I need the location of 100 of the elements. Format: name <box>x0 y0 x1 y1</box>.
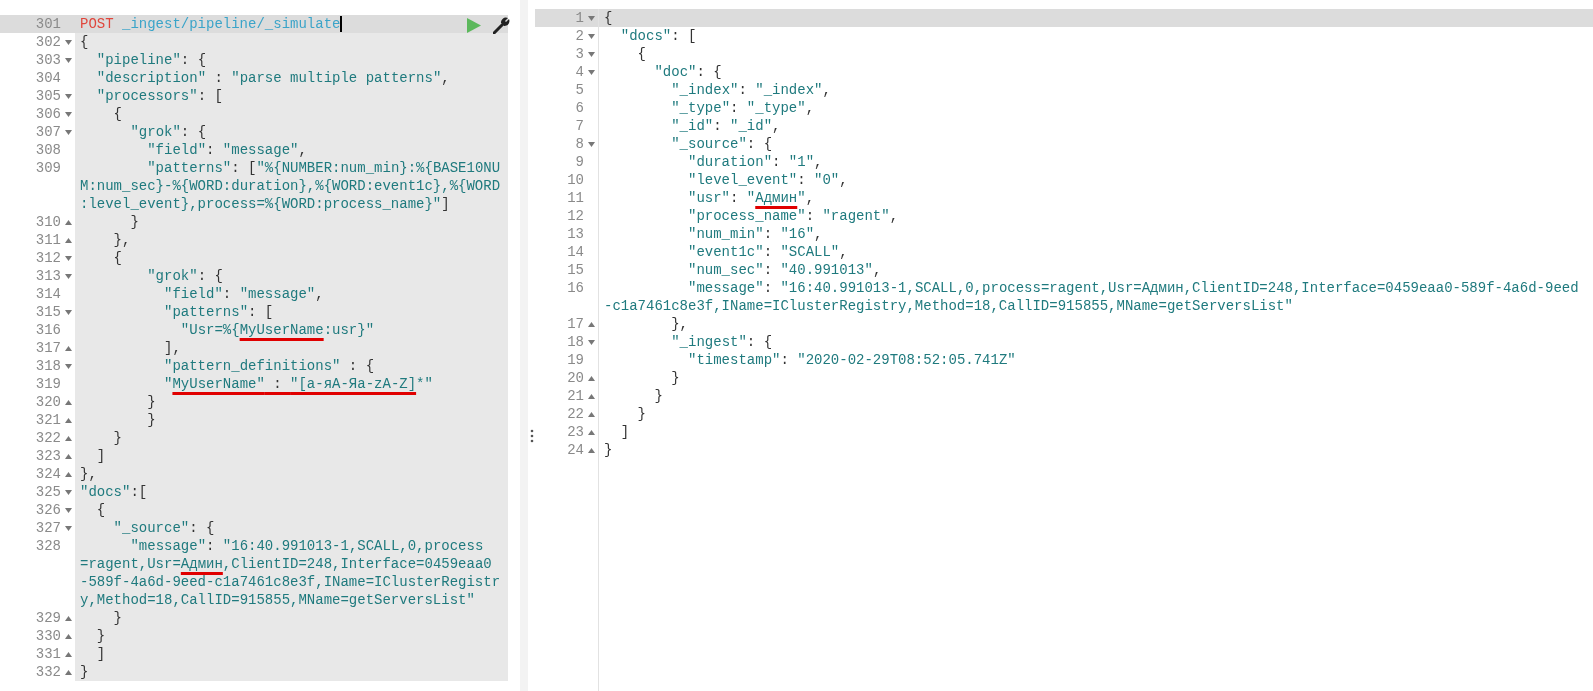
fold-toggle-icon[interactable] <box>587 447 595 453</box>
code-text: { <box>95 501 106 519</box>
code-text: "level_event": "0", <box>687 171 848 189</box>
code-text: "docs": [ <box>619 27 697 45</box>
underlined-code-text: Админ <box>180 555 223 573</box>
line-number: 306 <box>34 105 61 123</box>
fold-toggle-icon[interactable] <box>64 255 72 261</box>
code-text: } <box>95 627 106 645</box>
code-text: { <box>80 33 89 51</box>
line-number: 11 <box>566 189 584 207</box>
code-text: "_ingest": { <box>670 333 773 351</box>
line-number: 321 <box>34 411 61 429</box>
fold-toggle-icon[interactable] <box>64 309 72 315</box>
fold-toggle-icon[interactable] <box>64 471 72 477</box>
line-number: 319 <box>34 375 61 393</box>
code-text: "_index": "_index", <box>670 81 831 99</box>
fold-toggle-icon[interactable] <box>587 69 595 75</box>
fold-toggle-icon[interactable] <box>587 51 595 57</box>
code-text: "Usr=%{ <box>179 321 240 339</box>
line-number: 327 <box>34 519 61 537</box>
code-text: "timestamp": "2020-02-29T08:52:05.741Z" <box>687 351 1016 369</box>
code-text: "docs":[ <box>80 483 148 501</box>
code-text: "_id": "_id", <box>670 117 781 135</box>
fold-toggle-icon[interactable] <box>64 525 72 531</box>
code-text: "process_name": "ragent", <box>687 207 899 225</box>
line-number: 317 <box>34 339 61 357</box>
line-number: 21 <box>566 387 584 405</box>
line-number: 315 <box>34 303 61 321</box>
resize-handle-icon[interactable] <box>529 429 534 443</box>
fold-toggle-icon[interactable] <box>587 141 595 147</box>
code-text: { <box>636 45 646 63</box>
line-number: 1 <box>574 9 584 27</box>
code-text: "patterns": ["%{NUMBER:num_min}:%{BASE10NU <box>146 159 501 177</box>
fold-toggle-icon[interactable] <box>587 375 595 381</box>
line-number: 14 <box>566 243 584 261</box>
code-text: :level_event},process=%{WORD:process_name}"] <box>80 195 450 213</box>
fold-toggle-icon[interactable] <box>64 435 72 441</box>
code-text: "message": "16:40.991013-1,SCALL,0,process=ragent,Usr=Админ,ClientID=248,Interface=0459eaa0-589f-4a6d-9eed <box>687 279 1579 297</box>
code-text: { <box>112 105 122 123</box>
code-text: ] <box>619 423 630 441</box>
line-number: 314 <box>34 285 61 303</box>
code-text: "grok": { <box>146 267 223 285</box>
http-method: POST <box>80 15 114 33</box>
code-text: "_type": "_type", <box>670 99 815 117</box>
line-number: 8 <box>574 135 584 153</box>
code-text: "message": "16:40.991013-1,SCALL,0,process <box>129 537 484 555</box>
fold-toggle-icon[interactable] <box>64 273 72 279</box>
fold-toggle-icon[interactable] <box>64 615 72 621</box>
line-number: 20 <box>566 369 584 387</box>
code-text: "grok": { <box>129 123 207 141</box>
line-number: 309 <box>34 159 61 177</box>
fold-toggle-icon[interactable] <box>587 393 595 399</box>
code-text: }, <box>670 315 688 333</box>
code-text: "doc": { <box>653 63 722 81</box>
code-text: } <box>146 411 156 429</box>
fold-toggle-icon[interactable] <box>64 453 72 459</box>
fold-toggle-icon[interactable] <box>64 345 72 351</box>
line-number: 10 <box>566 171 584 189</box>
fold-toggle-icon[interactable] <box>64 399 72 405</box>
fold-toggle-icon[interactable] <box>587 411 595 417</box>
fold-toggle-icon[interactable] <box>64 417 72 423</box>
fold-toggle-icon[interactable] <box>587 339 595 345</box>
fold-toggle-icon[interactable] <box>64 651 72 657</box>
line-number: 18 <box>566 333 584 351</box>
fold-toggle-icon[interactable] <box>64 219 72 225</box>
line-number: 316 <box>34 321 61 339</box>
fold-toggle-icon[interactable] <box>64 93 72 99</box>
line-number: 324 <box>34 465 61 483</box>
line-number: 323 <box>34 447 61 465</box>
text-cursor <box>340 16 342 32</box>
fold-toggle-icon[interactable] <box>587 321 595 327</box>
code-text: }, <box>112 231 131 249</box>
fold-toggle-icon[interactable] <box>587 429 595 435</box>
fold-toggle-icon[interactable] <box>64 129 72 135</box>
line-number: 329 <box>34 609 61 627</box>
wrench-icon[interactable] <box>493 17 510 34</box>
fold-toggle-icon[interactable] <box>64 507 72 513</box>
fold-toggle-icon[interactable] <box>64 489 72 495</box>
line-number: 307 <box>34 123 61 141</box>
line-number: 308 <box>34 141 61 159</box>
underlined-code-text: MyUserName <box>239 321 324 339</box>
request-path: _ingest/pipeline/_simulate <box>122 15 341 33</box>
code-text: } <box>112 429 122 447</box>
code-text: ] <box>95 447 106 465</box>
line-number: 16 <box>566 279 584 297</box>
fold-toggle-icon[interactable] <box>587 33 595 39</box>
fold-toggle-icon[interactable] <box>587 15 595 21</box>
fold-toggle-icon[interactable] <box>64 237 72 243</box>
code-text: :usr}" <box>323 321 375 339</box>
code-text: "usr": " <box>687 189 756 207</box>
line-number: 326 <box>34 501 61 519</box>
fold-toggle-icon[interactable] <box>64 633 72 639</box>
code-text: "_source": { <box>112 519 215 537</box>
fold-toggle-icon[interactable] <box>64 111 72 117</box>
code-text: "duration": "1", <box>687 153 823 171</box>
fold-toggle-icon[interactable] <box>64 57 72 63</box>
fold-toggle-icon[interactable] <box>64 363 72 369</box>
fold-toggle-icon[interactable] <box>64 39 72 45</box>
code-text: { <box>112 249 122 267</box>
fold-toggle-icon[interactable] <box>64 669 72 675</box>
